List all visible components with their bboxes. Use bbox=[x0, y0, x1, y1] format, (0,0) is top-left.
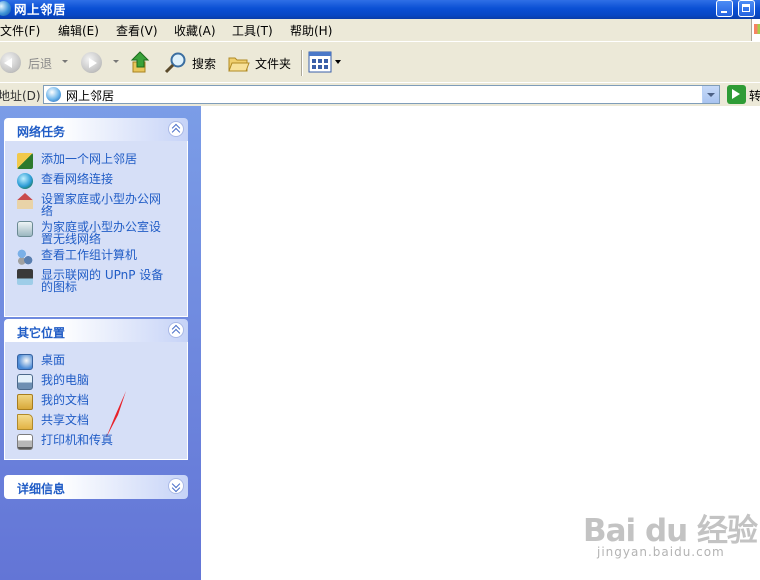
task-pane: 网络任务 添加一个网上邻居 查看网络连接 设置家庭或小型办公网 络 为家庭或小型… bbox=[0, 106, 201, 580]
views-icon[interactable] bbox=[307, 50, 343, 74]
search-button-label[interactable]: 搜索 bbox=[192, 55, 216, 72]
task-label[interactable]: 添加一个网上邻居 bbox=[41, 153, 137, 165]
collapse-chevron-icon[interactable] bbox=[168, 121, 184, 137]
task-view-network-connections[interactable]: 查看网络连接 bbox=[17, 173, 177, 189]
desktop-icon bbox=[17, 354, 33, 370]
menu-view[interactable]: 查看(V) bbox=[116, 22, 158, 39]
expand-chevron-icon[interactable] bbox=[168, 478, 184, 494]
task-label-line2[interactable]: 置无线网络 bbox=[41, 233, 101, 245]
network-tasks-body: 添加一个网上邻居 查看网络连接 设置家庭或小型办公网 络 为家庭或小型办公室设 … bbox=[4, 141, 188, 317]
home-network-icon bbox=[17, 193, 33, 209]
task-label-line1[interactable]: 设置家庭或小型办公网 bbox=[41, 193, 161, 205]
network-tasks-header[interactable]: 网络任务 bbox=[4, 118, 188, 141]
task-label[interactable]: 查看工作组计算机 bbox=[41, 249, 137, 261]
up-folder-icon[interactable] bbox=[130, 50, 152, 74]
menu-help[interactable]: 帮助(H) bbox=[290, 22, 332, 39]
panel-title: 网络任务 bbox=[17, 125, 66, 139]
maximize-button[interactable] bbox=[738, 0, 755, 17]
back-button[interactable] bbox=[0, 52, 21, 73]
watermark-url: jingyan.baidu.com bbox=[597, 545, 725, 559]
details-header[interactable]: 详细信息 bbox=[4, 475, 188, 499]
title-bar: 网上邻居 bbox=[0, 0, 760, 19]
place-desktop[interactable]: 桌面 bbox=[17, 354, 177, 370]
windows-logo-icon bbox=[751, 19, 760, 41]
toolbar-separator bbox=[301, 50, 303, 76]
place-shared-documents[interactable]: 共享文档 bbox=[17, 414, 177, 430]
place-my-computer[interactable]: 我的电脑 bbox=[17, 374, 177, 390]
task-add-network-place[interactable]: 添加一个网上邻居 bbox=[17, 153, 177, 169]
place-printers-and-faxes[interactable]: 打印机和传真 bbox=[17, 434, 177, 450]
minimize-button[interactable] bbox=[716, 0, 733, 17]
panel-title: 其它位置 bbox=[17, 326, 66, 340]
toolbar: 后退 搜索 文件夹 bbox=[0, 41, 760, 82]
menu-bar: 文件(F) 编辑(E) 查看(V) 收藏(A) 工具(T) 帮助(H) bbox=[0, 19, 760, 41]
network-connections-icon bbox=[17, 173, 33, 189]
menu-file[interactable]: 文件(F) bbox=[0, 22, 40, 39]
task-view-workgroup[interactable]: 查看工作组计算机 bbox=[17, 249, 177, 265]
other-places-header[interactable]: 其它位置 bbox=[4, 319, 188, 342]
window-title: 网上邻居 bbox=[14, 2, 67, 17]
network-places-icon bbox=[46, 87, 61, 102]
forward-button[interactable] bbox=[81, 52, 102, 73]
task-label-line2[interactable]: 的图标 bbox=[41, 281, 77, 293]
place-label[interactable]: 我的文档 bbox=[41, 394, 89, 406]
baidu-watermark: Bai du 经验 bbox=[583, 513, 758, 549]
address-bar: 地址(D) 网上邻居 转 bbox=[0, 82, 760, 106]
shared-documents-icon bbox=[17, 414, 33, 430]
task-label-line2[interactable]: 络 bbox=[41, 205, 53, 217]
workgroup-icon bbox=[17, 249, 33, 265]
task-setup-home-network[interactable]: 设置家庭或小型办公网 络 bbox=[17, 193, 177, 219]
task-show-upnp-icons[interactable]: 显示联网的 UPnP 设备 的图标 bbox=[17, 269, 177, 295]
address-label: 地址(D) bbox=[0, 89, 41, 103]
search-icon[interactable] bbox=[164, 51, 188, 75]
address-value[interactable]: 网上邻居 bbox=[66, 87, 114, 104]
network-places-icon bbox=[0, 1, 11, 16]
task-label[interactable]: 查看网络连接 bbox=[41, 173, 113, 185]
go-arrow-icon[interactable] bbox=[727, 85, 746, 104]
printer-icon bbox=[17, 434, 33, 450]
forward-dropdown[interactable] bbox=[113, 60, 119, 63]
panel-title: 详细信息 bbox=[17, 482, 66, 496]
place-label[interactable]: 桌面 bbox=[41, 354, 65, 366]
folders-button-label[interactable]: 文件夹 bbox=[255, 55, 291, 72]
other-places-body: 桌面 我的电脑 我的文档 共享文档 打印机和传真 bbox=[4, 342, 188, 460]
address-dropdown-button[interactable] bbox=[702, 86, 719, 103]
menu-tools[interactable]: 工具(T) bbox=[232, 22, 273, 39]
address-field[interactable]: 网上邻居 bbox=[43, 85, 720, 104]
task-setup-wireless-network[interactable]: 为家庭或小型办公室设 置无线网络 bbox=[17, 221, 177, 247]
go-button-label[interactable]: 转 bbox=[749, 87, 760, 104]
back-label: 后退 bbox=[28, 57, 53, 71]
place-label[interactable]: 共享文档 bbox=[41, 414, 89, 426]
menu-edit[interactable]: 编辑(E) bbox=[58, 22, 99, 39]
place-label[interactable]: 我的电脑 bbox=[41, 374, 89, 386]
back-dropdown[interactable] bbox=[62, 60, 68, 63]
add-network-place-icon bbox=[17, 153, 33, 169]
menu-favorites[interactable]: 收藏(A) bbox=[174, 22, 216, 39]
my-computer-icon bbox=[17, 374, 33, 390]
place-label[interactable]: 打印机和传真 bbox=[41, 434, 113, 446]
wireless-network-icon bbox=[17, 221, 33, 237]
place-my-documents[interactable]: 我的文档 bbox=[17, 394, 177, 410]
network-tasks-panel: 网络任务 添加一个网上邻居 查看网络连接 设置家庭或小型办公网 络 为家庭或小型… bbox=[4, 118, 188, 317]
upnp-devices-icon bbox=[17, 269, 33, 285]
my-documents-icon bbox=[17, 394, 33, 410]
details-panel: 详细信息 bbox=[4, 475, 188, 499]
other-places-panel: 其它位置 桌面 我的电脑 我的文档 共享文档 打印机和传真 bbox=[4, 319, 188, 460]
collapse-chevron-icon[interactable] bbox=[168, 322, 184, 338]
folders-icon[interactable] bbox=[228, 54, 250, 72]
